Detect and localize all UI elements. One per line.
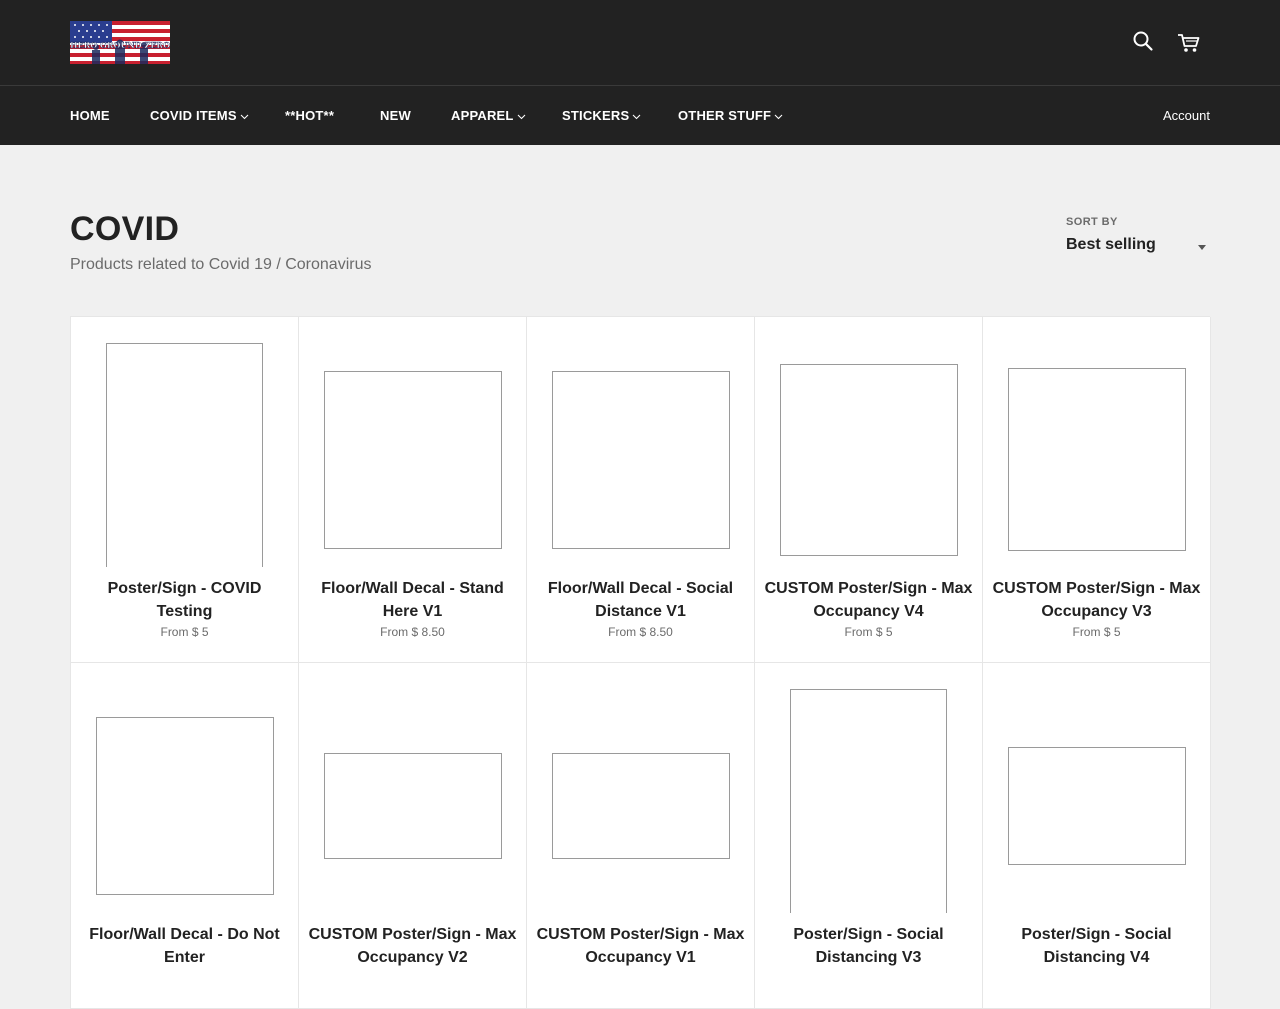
product-title[interactable]: CUSTOM Poster/Sign - Max Occupancy V2 <box>307 923 518 969</box>
nav-item-label: APPAREL <box>451 108 514 123</box>
nav-item-stickers[interactable]: STICKERS <box>562 86 641 145</box>
product-title[interactable]: Floor/Wall Decal - Do Not Enter <box>79 923 290 969</box>
nav-item-new[interactable]: NEW <box>380 86 411 145</box>
collection-description: Products related to Covid 19 / Coronavir… <box>70 256 372 273</box>
product-card[interactable]: Floor/Wall Decal - Social Distance V1 Fr… <box>527 317 755 663</box>
chevron-down-icon <box>632 114 641 119</box>
sort-select[interactable]: Best selling <box>1066 236 1210 262</box>
product-title[interactable]: CUSTOM Poster/Sign - Max Occupancy V1 <box>535 923 746 969</box>
nav-item-label: **HOT** <box>285 108 335 123</box>
nav-item-hot[interactable]: **HOT** <box>285 86 334 145</box>
product-image[interactable] <box>552 371 730 549</box>
product-card[interactable]: Poster/Sign - COVID Testing From $ 5 <box>71 317 299 663</box>
product-price: From $ 5 <box>844 625 893 639</box>
product-card[interactable]: CUSTOM Poster/Sign - Max Occupancy V4 Fr… <box>755 317 983 663</box>
nav-item-home[interactable]: HOME <box>70 86 110 145</box>
sort-label: SORT BY <box>1066 216 1118 228</box>
product-card[interactable]: Floor/Wall Decal - Stand Here V1 From $ … <box>299 317 527 663</box>
nav-item-label: STICKERS <box>562 108 630 123</box>
product-title[interactable]: CUSTOM Poster/Sign - Max Occupancy V3 <box>991 577 1202 623</box>
product-price: From $ 5 <box>1072 625 1121 639</box>
nav-item-covid-items[interactable]: COVID ITEMS <box>150 86 249 145</box>
search-icon <box>1133 31 1153 51</box>
product-card[interactable]: Poster/Sign - Social Distancing V4 <box>983 663 1211 1009</box>
product-card[interactable]: CUSTOM Poster/Sign - Max Occupancy V2 <box>299 663 527 1009</box>
caret-down-icon <box>1198 245 1206 250</box>
product-title[interactable]: Poster/Sign - COVID Testing <box>79 577 290 623</box>
product-grid: Poster/Sign - COVID Testing From $ 5 Flo… <box>70 316 1211 1009</box>
site-header: HERO GROUND ZERO <box>0 0 1280 86</box>
nav-item-label: COVID ITEMS <box>150 108 237 123</box>
main-nav: HOME COVID ITEMS **HOT** NEW APPAREL STI… <box>0 86 1280 145</box>
product-title[interactable]: CUSTOM Poster/Sign - Max Occupancy V4 <box>763 577 974 623</box>
account-link[interactable]: Account <box>1163 86 1210 145</box>
product-card[interactable]: CUSTOM Poster/Sign - Max Occupancy V3 Fr… <box>983 317 1211 663</box>
product-card[interactable]: Poster/Sign - Social Distancing V3 <box>755 663 983 1009</box>
nav-item-label: NEW <box>380 108 411 123</box>
product-image[interactable] <box>1008 368 1186 551</box>
chevron-down-icon <box>517 114 525 119</box>
product-image[interactable] <box>780 364 958 556</box>
product-price: From $ 5 <box>160 625 209 639</box>
product-price: From $ 8.50 <box>380 625 445 639</box>
product-title[interactable]: Floor/Wall Decal - Social Distance V1 <box>535 577 746 623</box>
product-image[interactable] <box>1008 747 1186 865</box>
product-image[interactable] <box>552 753 730 859</box>
product-title[interactable]: Poster/Sign - Social Distancing V4 <box>991 923 1202 969</box>
product-image[interactable] <box>96 717 274 895</box>
svg-text:HERO GROUND ZERO: HERO GROUND ZERO <box>70 40 170 50</box>
page-title: COVID <box>70 210 180 248</box>
sort-selected-value: Best selling <box>1066 236 1156 253</box>
chevron-down-icon <box>240 114 249 119</box>
product-image[interactable] <box>790 689 947 913</box>
product-title[interactable]: Poster/Sign - Social Distancing V3 <box>763 923 974 969</box>
nav-item-apparel[interactable]: APPAREL <box>451 86 526 145</box>
product-image[interactable] <box>106 343 263 567</box>
cart-button[interactable] <box>1176 30 1202 56</box>
product-card[interactable]: Floor/Wall Decal - Do Not Enter <box>71 663 299 1009</box>
nav-item-other-stuff[interactable]: OTHER STUFF <box>678 86 783 145</box>
product-image[interactable] <box>324 753 502 859</box>
store-logo[interactable]: HERO GROUND ZERO <box>70 21 170 64</box>
cart-icon <box>1178 34 1200 52</box>
nav-item-label: OTHER STUFF <box>678 108 772 123</box>
chevron-down-icon <box>774 114 783 119</box>
nav-item-label: HOME <box>70 108 110 123</box>
product-price: From $ 8.50 <box>608 625 673 639</box>
product-card[interactable]: CUSTOM Poster/Sign - Max Occupancy V1 <box>527 663 755 1009</box>
product-title[interactable]: Floor/Wall Decal - Stand Here V1 <box>307 577 518 623</box>
product-image[interactable] <box>324 371 502 549</box>
search-button[interactable] <box>1130 28 1156 54</box>
